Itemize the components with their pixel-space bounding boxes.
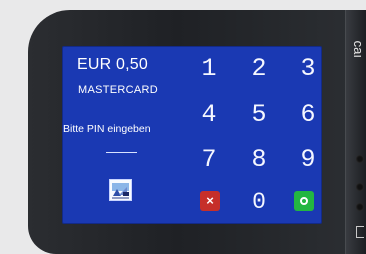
keypad-key-2[interactable]: 2 — [242, 52, 276, 86]
pin-prompt: Bitte PIN eingeben — [63, 123, 151, 135]
keypad-key-6[interactable]: 6 — [291, 98, 325, 132]
keypad-key-5[interactable]: 5 — [242, 98, 276, 132]
keypad-key-0[interactable]: 0 — [242, 185, 276, 219]
keypad-key-7[interactable]: 7 — [192, 143, 226, 177]
keypad-key-3[interactable]: 3 — [291, 52, 325, 86]
keypad-key-9[interactable]: 9 — [291, 143, 325, 177]
terminal-screen: EUR 0,50 MASTERCARD Bitte PIN eingeben 1… — [62, 46, 322, 224]
card-slot-marker — [356, 226, 364, 238]
card-reader-icon — [109, 179, 132, 201]
side-indicator-light — [356, 183, 364, 191]
keypad-key-1[interactable]: 1 — [192, 52, 226, 86]
keypad-key-4[interactable]: 4 — [192, 98, 226, 132]
side-indicator-light — [356, 155, 364, 163]
cancel-button[interactable]: × — [200, 191, 220, 211]
keypad-key-8[interactable]: 8 — [242, 143, 276, 177]
side-indicator-light — [356, 203, 364, 211]
confirm-button[interactable] — [294, 191, 314, 211]
confirm-icon — [300, 197, 308, 205]
payment-terminal: ıɐɔ EUR 0,50 MASTERCARD Bitte PIN eingeb… — [0, 0, 366, 254]
pin-entry-line — [106, 152, 137, 153]
device-side-label: ıɐɔ — [349, 40, 364, 58]
cancel-icon: × — [206, 193, 214, 208]
payment-amount: EUR 0,50 — [77, 56, 148, 73]
card-brand: MASTERCARD — [78, 84, 159, 96]
